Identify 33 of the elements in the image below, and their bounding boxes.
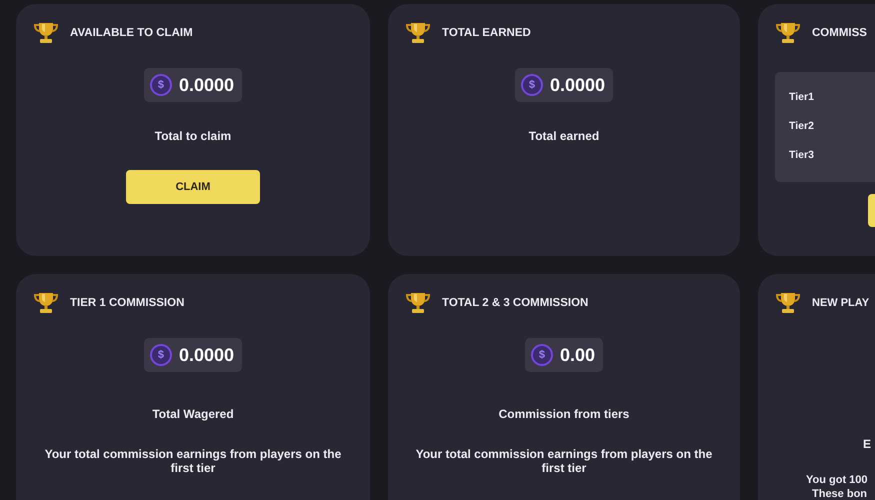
amount-display: $ 0.00 [524,338,604,372]
amount-display: $ 0.0000 [144,338,242,372]
trophy-icon [33,21,59,45]
trophy-icon [775,21,801,45]
card-title: AVAILABLE TO CLAIM [70,27,193,39]
tier-label: Tier3 [789,149,815,161]
coin-icon: $ [530,344,553,366]
amount-display: $ 0.0000 [144,68,242,102]
card-title: TOTAL EARNED [442,27,531,39]
card-title: NEW PLAY [812,297,870,309]
trophy-icon [775,291,801,315]
claim-button[interactable]: CLAIM [126,170,260,204]
trophy-icon [405,291,431,315]
card-title: TIER 1 COMMISSION [70,297,184,309]
trophy-icon [33,291,59,315]
description-text: These bon [812,487,868,500]
amount-caption: Commission from tiers [498,407,630,421]
coin-icon: $ [520,74,543,96]
coin-icon: $ [150,74,172,96]
tier-label: Tier1 [789,91,815,103]
tier-label: Tier2 [789,120,815,132]
card-title: TOTAL 2 & 3 COMMISSION [442,297,588,309]
trophy-icon [405,21,431,45]
description-text: Your total commission earnings from players on the first tier [414,447,714,475]
description-text: Your total commission earnings from players on the first tier [44,447,342,475]
coin-icon: $ [150,344,172,366]
amount-caption: E [863,437,872,451]
card-title: COMMISS [812,27,867,39]
amount-caption: Total Wagered [152,407,234,421]
amount-caption: Total to claim [154,129,232,143]
amount-caption: Total earned [528,129,600,143]
amount-display: $ 0.0000 [514,68,614,102]
description-text: You got 100 [806,473,868,487]
